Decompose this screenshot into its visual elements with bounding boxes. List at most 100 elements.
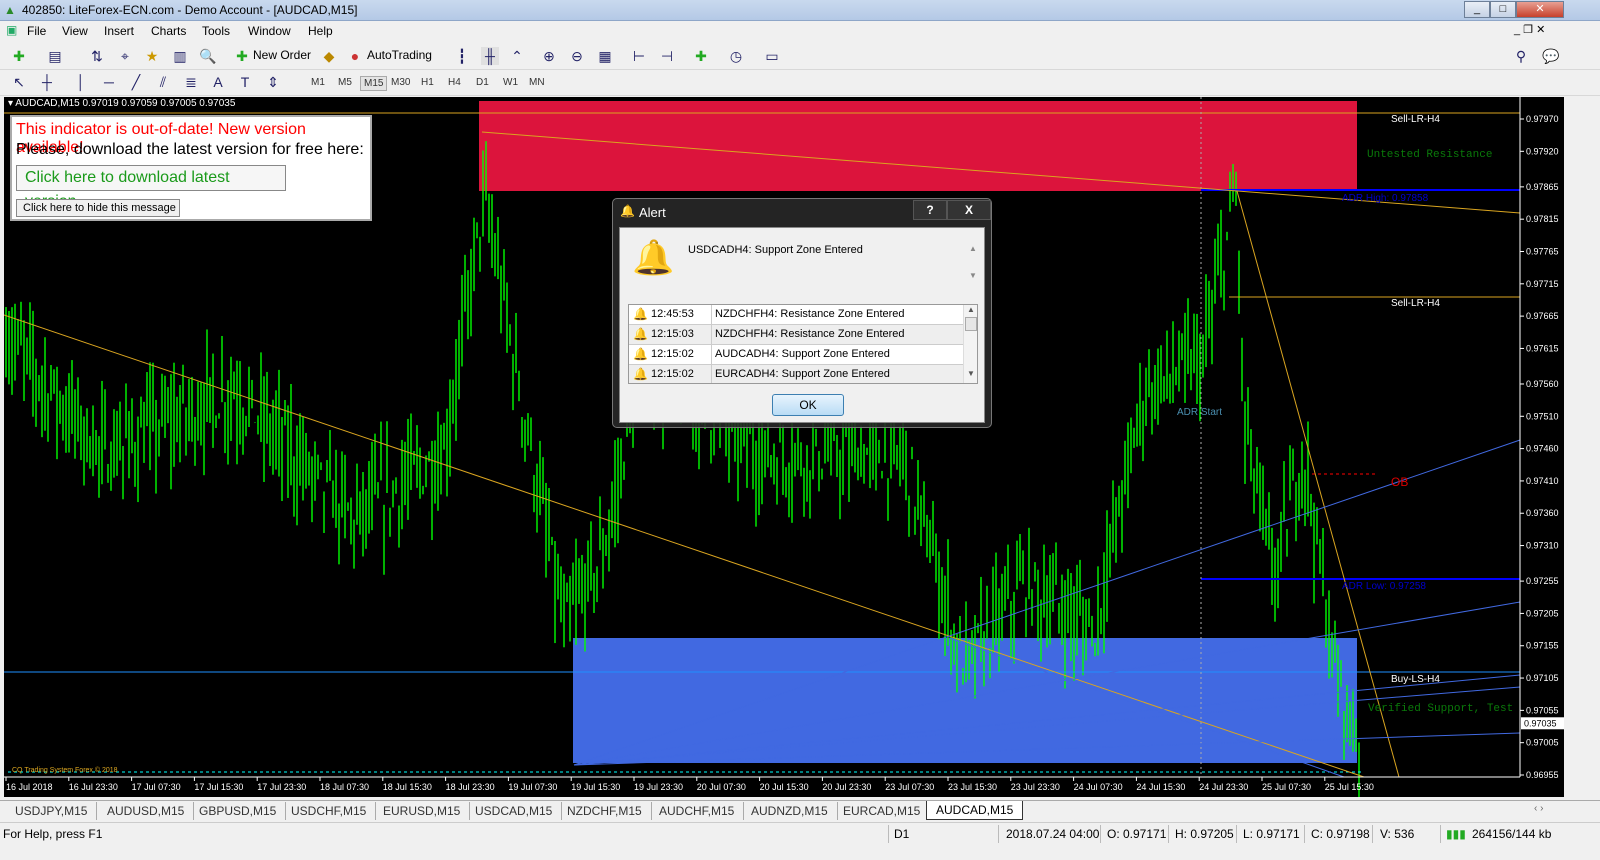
text-icon[interactable]: A — [209, 73, 227, 91]
time-tick-label: 17 Jul 23:30 — [257, 782, 306, 792]
history-time: 12:45:53 — [651, 308, 694, 320]
maximize-button[interactable]: □ — [1490, 1, 1516, 18]
alert-history-list: 🔔 12:45:53 NZDCHFH4: Resistance Zone Enter… — [628, 304, 978, 384]
alert-bell-icon: 🔔 — [620, 204, 635, 218]
help-button[interactable]: ? — [913, 200, 947, 220]
metaeditor-icon[interactable]: ◆ — [320, 47, 338, 65]
tf-m1[interactable]: M1 — [308, 76, 328, 89]
sell-lr-label: Sell-LR-H4 — [1391, 114, 1440, 125]
time-tick-label: 17 Jul 07:30 — [132, 782, 181, 792]
cursor-icon[interactable]: ↖ — [10, 73, 28, 91]
chart-ohlc: 0.97019 0.97059 0.97005 0.97035 — [82, 98, 236, 109]
adr-start-label: ADR Start — [1177, 407, 1222, 418]
chart-shift-icon[interactable]: ⊣ — [658, 47, 676, 65]
chart-tab[interactable]: AUDCHF,M15 — [650, 802, 745, 820]
alert-close-button[interactable]: X — [947, 200, 991, 220]
ok-button[interactable]: OK — [772, 394, 844, 416]
new-order-icon[interactable]: ✚ — [233, 47, 251, 65]
tf-h1[interactable]: H1 — [418, 76, 437, 89]
title-bar: ▲ 402850: LiteForex-ECN.com - Demo Accou… — [0, 0, 1600, 21]
tf-m30[interactable]: M30 — [388, 76, 413, 89]
text-label-icon[interactable]: T — [236, 73, 254, 91]
minimize-button[interactable]: _ — [1464, 1, 1490, 18]
chat-icon[interactable]: 💬 — [1542, 47, 1560, 65]
app-icon: ▲ — [4, 3, 16, 17]
chart-tab[interactable]: USDCHF,M15 — [282, 802, 377, 820]
periods-icon[interactable]: ◷ — [727, 47, 745, 65]
menu-help[interactable]: Help — [308, 24, 333, 38]
menu-tools[interactable]: Tools — [202, 24, 230, 38]
crosshair-data-icon[interactable]: ⌖ — [116, 47, 134, 65]
horizontal-line-icon[interactable]: ─ — [100, 73, 118, 91]
new-chart-icon[interactable]: ✚ — [10, 47, 28, 65]
zoom-out-icon[interactable]: ⊖ — [568, 47, 586, 65]
chart-tab[interactable]: EURUSD,M15 — [374, 802, 471, 820]
tf-m5[interactable]: M5 — [335, 76, 355, 89]
copyright-label: CQ Trading System Forex © 2018 — [12, 766, 118, 774]
chart-tab[interactable]: AUDCAD,M15 — [926, 801, 1024, 820]
tf-d1[interactable]: D1 — [473, 76, 492, 89]
price-tick-label: 0.97055 — [1526, 705, 1559, 715]
menu-window[interactable]: Window — [248, 24, 291, 38]
tester-icon[interactable]: 🔍 — [199, 47, 217, 65]
autotrading-icon[interactable]: ● — [346, 47, 364, 65]
chart-tab[interactable]: USDCAD,M15 — [466, 802, 563, 820]
market-watch-icon[interactable]: ⇅ — [88, 47, 106, 65]
bar-open: O: 0.97171 — [1107, 827, 1167, 841]
message-scrollbar[interactable]: ▲ ▼ — [966, 244, 980, 294]
time-tick-label: 24 Jul 15:30 — [1136, 782, 1185, 792]
zoom-in-icon[interactable]: ⊕ — [540, 47, 558, 65]
menu-view[interactable]: View — [62, 24, 88, 38]
line-chart-icon[interactable]: ⌃ — [508, 47, 526, 65]
bar-volume: V: 536 — [1380, 827, 1415, 841]
new-order-button[interactable]: New Order — [253, 48, 311, 62]
fibonacci-icon[interactable]: ≣ — [182, 73, 200, 91]
chart-tab[interactable]: NZDCHF,M15 — [558, 802, 652, 820]
profiles-icon[interactable]: ▤ — [46, 47, 64, 65]
menu-insert[interactable]: Insert — [104, 24, 134, 38]
search-icon[interactable]: ⚲ — [1512, 47, 1530, 65]
tf-w1[interactable]: W1 — [500, 76, 521, 89]
large-bell-icon: 🔔 — [632, 239, 675, 277]
hide-message-button[interactable]: Click here to hide this message — [16, 199, 180, 217]
history-row[interactable]: 🔔 12:15:03 NZDCHFH4: Resistance Zone Enter… — [629, 325, 963, 345]
time-tick-label: 24 Jul 07:30 — [1074, 782, 1123, 792]
tf-mn[interactable]: MN — [526, 76, 548, 89]
history-scrollbar[interactable]: ▲ ▼ — [963, 305, 977, 383]
indicators-icon[interactable]: ✚ — [692, 47, 710, 65]
time-tick-label: 20 Jul 07:30 — [697, 782, 746, 792]
terminal-icon[interactable]: ▥ — [171, 47, 189, 65]
tab-scroll-arrows[interactable]: ‹ › — [1534, 803, 1543, 814]
price-tick-label: 0.97665 — [1526, 311, 1559, 321]
equidistant-channel-icon[interactable]: ⫽ — [154, 73, 172, 91]
tile-windows-icon[interactable]: ▦ — [596, 47, 614, 65]
chart-tab[interactable]: AUDNZD,M15 — [742, 802, 838, 820]
time-tick-label: 24 Jul 23:30 — [1199, 782, 1248, 792]
history-row[interactable]: 🔔 12:15:02 EURCADH4: Support Zone Entered — [629, 365, 963, 383]
navigator-icon[interactable]: ★ — [143, 47, 161, 65]
menu-charts[interactable]: Charts — [151, 24, 186, 38]
templates-icon[interactable]: ▭ — [763, 47, 781, 65]
download-button[interactable]: Click here to download latest version — [16, 165, 286, 210]
candlestick-icon[interactable]: ╫ — [481, 47, 499, 65]
adr-high-label: ADR High: 0.97858 — [1342, 193, 1429, 204]
tf-h4[interactable]: H4 — [445, 76, 464, 89]
autotrading-button[interactable]: AutoTrading — [367, 48, 432, 62]
close-button[interactable]: ✕ — [1516, 1, 1564, 18]
arrows-icon[interactable]: ⇕ — [264, 73, 282, 91]
history-row[interactable]: 🔔 12:15:02 AUDCADH4: Support Zone Entered — [629, 345, 963, 365]
vertical-line-icon[interactable]: │ — [72, 73, 90, 91]
chart-tab[interactable]: USDJPY,M15 — [6, 802, 98, 820]
bar-chart-icon[interactable]: ┇ — [453, 47, 471, 65]
alert-message: USDCADH4: Support Zone Entered — [688, 244, 863, 256]
chart-tab[interactable]: EURCAD,M15 — [834, 802, 931, 820]
chart-tab[interactable]: AUDUSD,M15 — [98, 802, 195, 820]
tf-m15[interactable]: M15 — [360, 76, 388, 91]
child-minimize[interactable]: _ ❐ ✕ — [1514, 23, 1545, 36]
crosshair-icon[interactable]: ┼ — [38, 73, 56, 91]
autoscroll-icon[interactable]: ⊢ — [630, 47, 648, 65]
chart-tab[interactable]: GBPUSD,M15 — [190, 802, 287, 820]
history-row[interactable]: 🔔 12:45:53 NZDCHFH4: Resistance Zone Enter… — [629, 305, 963, 325]
trendline-icon[interactable]: ╱ — [127, 73, 145, 91]
menu-file[interactable]: File — [27, 24, 46, 38]
